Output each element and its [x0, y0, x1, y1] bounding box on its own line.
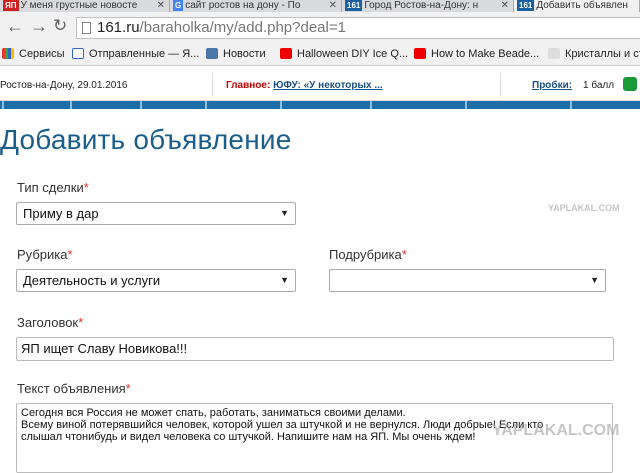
document-icon	[82, 22, 91, 34]
bookmark-label: Halloween DIY Ice Q...	[297, 48, 409, 60]
bookmark-label: Отправленные — Я...	[89, 48, 200, 60]
browser-tab-1[interactable]: ЯП У меня грустные новосте ✕	[0, 0, 170, 12]
site-header: Ростов-на-Дону, 29.01.2016 Главное: ЮФУ:…	[0, 67, 640, 101]
bookmark-sent-mail[interactable]: Отправленные — Я...	[72, 47, 199, 61]
apps-icon	[2, 48, 14, 59]
youtube-icon	[414, 48, 426, 59]
header-date: Ростов-на-Дону, 29.01.2016	[0, 80, 128, 91]
dropdown-arrow-icon: ▼	[280, 275, 289, 285]
tab-favicon: 161	[345, 0, 363, 11]
ad-text-label: Текст объявления*	[17, 381, 131, 396]
tab-title: У меня грустные новосте	[20, 0, 138, 11]
deal-type-select[interactable]: Приму в дар ▼	[16, 202, 296, 225]
bookmark-label: Кристаллы и ст	[565, 48, 640, 60]
traffic-jams-link[interactable]: Пробки:	[532, 80, 572, 91]
bookmarks-bar: Сервисы Отправленные — Я... Новости Hall…	[0, 42, 640, 66]
bookmark-halloween[interactable]: Halloween DIY Ice Q...	[280, 47, 408, 61]
tab-title: Добавить объявлен	[536, 0, 628, 11]
url-field[interactable]: 161.ru/baraholka/my/add.php?deal=1	[76, 17, 640, 39]
browser-tab-strip: ЯП У меня грустные новосте ✕ Gсайт ростов…	[0, 0, 640, 12]
subrubric-select[interactable]: ▼	[329, 269, 606, 292]
browser-tab-4[interactable]: 161 Добавить объявлен	[514, 0, 640, 12]
address-bar-area: ← → ↻ 161.ru/baraholka/my/add.php?deal=1	[0, 12, 640, 42]
bookmark-services[interactable]: Сервисы	[2, 47, 65, 61]
ad-text-line: Сегодня вся Россия не может спать, работ…	[21, 407, 406, 419]
dropdown-arrow-icon: ▼	[280, 208, 289, 218]
deal-type-value: Приму в дар	[23, 206, 99, 221]
bookmark-crystals[interactable]: Кристаллы и ст	[548, 47, 640, 61]
traffic-light-icon	[623, 77, 637, 91]
close-icon[interactable]: ✕	[501, 0, 509, 11]
forward-arrow-icon[interactable]: →	[30, 16, 48, 36]
close-icon[interactable]: ✕	[329, 0, 337, 11]
heading-label: Заголовок*	[17, 315, 84, 330]
vk-icon	[206, 48, 218, 59]
divider	[212, 73, 213, 97]
main-news: Главное: ЮФУ: «У некоторых ...	[226, 80, 383, 91]
reload-icon[interactable]: ↻	[53, 16, 67, 36]
main-news-link[interactable]: ЮФУ: «У некоторых ...	[273, 80, 383, 91]
subrubric-label: Подрубрика*	[329, 247, 407, 262]
tab-title: сайт ростов на дону - По	[185, 0, 301, 11]
tab-title: Город Ростов-на-Дону: н	[364, 0, 479, 11]
watermark-large: YAPLAKAL.COM	[492, 422, 620, 439]
browser-tab-3[interactable]: 161 Город Ростов-на-Дону: н ✕	[342, 0, 514, 12]
sv-icon	[548, 48, 560, 59]
page-title: Добавить объявление	[0, 124, 292, 155]
bookmark-label: Новости	[223, 48, 266, 60]
youtube-icon	[280, 48, 292, 59]
bookmark-label: How to Make Beade...	[431, 48, 540, 60]
site-nav-strip	[0, 101, 640, 109]
divider	[500, 73, 501, 97]
bookmark-news[interactable]: Новости	[206, 47, 266, 61]
close-icon[interactable]: ✕	[157, 0, 165, 11]
heading-input[interactable]: ЯП ищет Славу Новикова!!!	[16, 337, 614, 361]
watermark-small: YAPLAKAL.COM	[548, 203, 620, 213]
url-host: 161.ru	[97, 19, 140, 36]
mail-icon	[72, 48, 84, 59]
rubric-select[interactable]: Деятельность и услуги ▼	[16, 269, 296, 292]
deal-type-label: Тип сделки*	[17, 180, 89, 195]
dropdown-arrow-icon: ▼	[590, 275, 599, 285]
main-news-label: Главное:	[226, 80, 271, 91]
rubric-label: Рубрика*	[17, 247, 73, 262]
url-path: /baraholka/my/add.php?deal=1	[139, 19, 346, 36]
back-arrow-icon[interactable]: ←	[6, 16, 24, 36]
rubric-value: Деятельность и услуги	[23, 273, 161, 288]
bookmark-label: Сервисы	[19, 48, 65, 60]
tab-favicon: 161	[517, 0, 535, 11]
tab-favicon: G	[173, 0, 184, 11]
tab-favicon: ЯП	[3, 0, 19, 11]
browser-tab-2[interactable]: Gсайт ростов на дону - По ✕	[170, 0, 342, 12]
bookmark-beads[interactable]: How to Make Beade...	[414, 47, 539, 61]
traffic-jams-value: 1 балл	[583, 80, 615, 91]
